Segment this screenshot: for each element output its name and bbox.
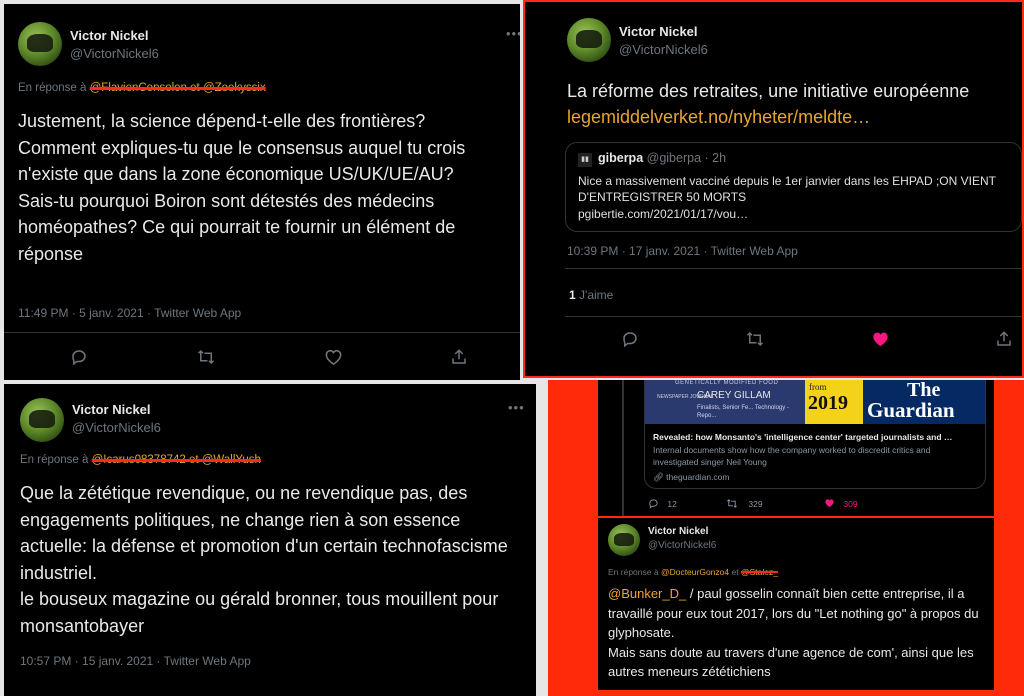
- quoted-tweet[interactable]: ▮▮ giberpa @giberpa · 2h Nice a massivem…: [565, 142, 1022, 232]
- quote-handle: @giberpa: [646, 151, 702, 165]
- likes-count: 1: [569, 288, 576, 302]
- card-from-label: from: [809, 382, 827, 392]
- author-handle[interactable]: @VictorNickel6: [619, 42, 708, 57]
- card-domain-text: theguardian.com: [666, 472, 730, 482]
- like-icon-filled: [825, 499, 834, 508]
- tweet-panel-1: Victor Nickel @VictorNickel6 ••• En répo…: [4, 4, 520, 380]
- author-handle[interactable]: @VictorNickel6: [70, 46, 159, 61]
- card-image-tag: GENETICALLY MODIFIED FOOD: [675, 380, 779, 386]
- quote-time: · 2h: [704, 151, 727, 165]
- card-title: Revealed: how Monsanto's 'intelligence c…: [653, 432, 953, 442]
- quote-author-line: giberpa @giberpa · 2h: [598, 151, 726, 165]
- author-name[interactable]: Victor Nickel: [70, 28, 149, 43]
- card-domain: 🔗︎ theguardian.com: [653, 472, 730, 483]
- tweet-meta[interactable]: 11:49 PM · 5 janv. 2021 · Twitter Web Ap…: [18, 306, 241, 320]
- tweet-text: Que la zététique revendique, ou ne reven…: [20, 483, 508, 636]
- reply-mention-1[interactable]: @DocteurGonzo4: [661, 567, 729, 577]
- divider: [565, 268, 1022, 269]
- tweet-text: Justement, la science dépend-t-elle des …: [18, 111, 466, 264]
- mention-link[interactable]: @Bunker_D_: [608, 586, 686, 601]
- card-brand-guardian: Guardian: [867, 398, 955, 422]
- author-handle[interactable]: @VictorNickel6: [648, 540, 716, 551]
- quote-link[interactable]: pgibertie.com/2021/01/17/vou…: [578, 207, 748, 221]
- card-year: 2019: [808, 392, 848, 414]
- link-icon: 🔗︎: [653, 472, 664, 482]
- tweet-panel-5: Victor Nickel @VictorNickel6 En réponse …: [598, 518, 994, 690]
- like-count: 309: [843, 499, 858, 509]
- reply-count: 12: [667, 499, 677, 509]
- retweet-count: 329: [748, 499, 763, 509]
- tweet-link[interactable]: legemiddelverket.no/nyheter/meldte…: [567, 104, 870, 130]
- link-card[interactable]: GENETICALLY MODIFIED FOOD NEWSPAPER JOUR…: [644, 380, 986, 489]
- reply-prefix: En réponse à: [608, 567, 659, 577]
- author-name[interactable]: Victor Nickel: [648, 526, 708, 537]
- avatar[interactable]: [18, 22, 62, 66]
- tweet-panel-2-highlighted: Victor Nickel @VictorNickel6 La réforme …: [523, 0, 1024, 378]
- avatar[interactable]: [567, 18, 611, 62]
- reply-context: En réponse à @Icarus08378742 et @WallYus…: [20, 454, 261, 466]
- card-image-person: CAREY GILLAM: [697, 390, 771, 401]
- like-action[interactable]: 309: [824, 498, 858, 509]
- tweet-text: @Bunker_D_ / paul gosselin connaît bien …: [608, 584, 988, 682]
- card-from-box: from 2019: [805, 380, 863, 424]
- author-name[interactable]: Victor Nickel: [72, 402, 151, 417]
- reply-icon: [649, 499, 658, 509]
- author-name[interactable]: Victor Nickel: [619, 24, 698, 39]
- avatar[interactable]: [608, 524, 640, 556]
- divider: [4, 332, 520, 333]
- card-image: GENETICALLY MODIFIED FOOD NEWSPAPER JOUR…: [645, 380, 985, 424]
- tweet-panel-4: GENETICALLY MODIFIED FOOD NEWSPAPER JOUR…: [598, 380, 994, 516]
- quote-name: giberpa: [598, 151, 644, 165]
- tweet-meta[interactable]: 10:57 PM · 15 janv. 2021 · Twitter Web A…: [20, 654, 251, 668]
- like-icon[interactable]: [324, 348, 343, 371]
- tweet-meta[interactable]: 10:39 PM · 17 janv. 2021 · Twitter Web A…: [567, 244, 798, 258]
- divider: [565, 316, 1022, 317]
- like-icon-filled[interactable]: [871, 330, 890, 353]
- retweet-icon: [727, 499, 737, 508]
- thread-line: [622, 380, 624, 516]
- reply-context: En réponse à @FlavienConsolen et @Zoekys…: [18, 82, 266, 94]
- avatar[interactable]: [20, 398, 64, 442]
- reply-mention-2[interactable]: @Stalez_: [741, 567, 778, 577]
- share-icon[interactable]: [450, 348, 468, 371]
- retweet-action[interactable]: 329: [726, 498, 763, 509]
- reply-icon[interactable]: [70, 348, 88, 371]
- likes-summary[interactable]: 1 J'aime: [569, 288, 613, 302]
- card-description: Internal documents show how the company …: [653, 445, 931, 467]
- reply-icon[interactable]: [621, 330, 639, 353]
- quote-text: Nice a massivement vacciné depuis le 1er…: [578, 174, 996, 204]
- more-icon[interactable]: •••: [508, 400, 525, 415]
- author-handle[interactable]: @VictorNickel6: [72, 420, 161, 435]
- reply-and: et: [731, 567, 739, 577]
- likes-label: J'aime: [579, 288, 614, 302]
- share-icon[interactable]: [995, 330, 1013, 353]
- reply-mentions[interactable]: @FlavienConsolen et @Zoekyssix: [90, 82, 266, 94]
- reply-action[interactable]: 12: [648, 498, 677, 509]
- retweet-icon[interactable]: [745, 330, 765, 353]
- retweet-icon[interactable]: [196, 348, 216, 371]
- tweet-text: La réforme des retraites, une initiative…: [567, 81, 970, 101]
- card-image-person-sub: Finalists, Senior Fe... Technology - Rep…: [697, 405, 789, 419]
- tweet-panel-3: Victor Nickel @VictorNickel6 ••• En répo…: [4, 384, 536, 696]
- reply-mentions[interactable]: @Icarus08378742 et @WallYush: [92, 454, 261, 466]
- quote-avatar: ▮▮: [578, 153, 592, 167]
- card-brand: The Guardian: [863, 380, 985, 424]
- reply-prefix: En réponse à: [20, 454, 89, 466]
- more-icon[interactable]: •••: [506, 26, 520, 41]
- reply-context: En réponse à @DocteurGonzo4 et @Stalez_: [608, 567, 778, 577]
- reply-prefix: En réponse à: [18, 82, 87, 94]
